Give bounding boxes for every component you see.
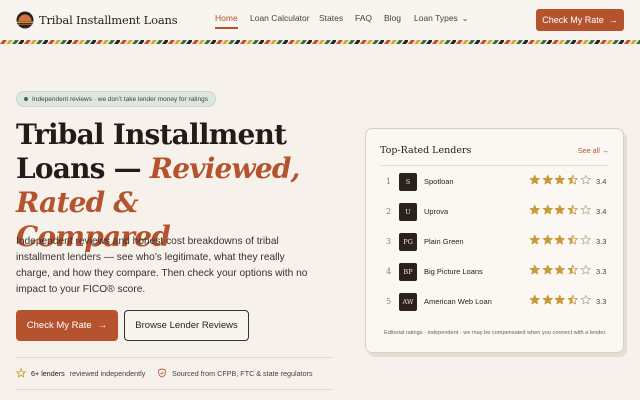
lender-logo: PG — [399, 233, 417, 251]
lender-name[interactable]: Spotloan — [424, 177, 454, 186]
star-empty-icon — [580, 264, 591, 275]
star-empty-icon — [580, 174, 591, 185]
see-all-label: See all — [577, 146, 600, 155]
lender-rank: 2 — [386, 207, 392, 216]
nav-loan-types-label: Loan Types — [414, 13, 458, 23]
star-filled-icon — [542, 174, 553, 185]
star-filled-icon — [542, 294, 553, 305]
nav-loan-types[interactable]: Loan Types ⌄ — [414, 13, 469, 23]
trust-lenders-strong: 6+ lenders — [31, 368, 65, 378]
star-half-icon — [567, 204, 578, 215]
lender-row[interactable]: 4 BP Big Picture Loans 3.3 — [380, 263, 611, 283]
divider — [16, 389, 333, 390]
star-filled-icon — [555, 204, 566, 215]
title-line-2-plain: Loans — — [16, 152, 150, 185]
nav-blog[interactable]: Blog — [384, 13, 401, 23]
brand-logo[interactable]: Tribal Installment Loans — [16, 11, 178, 29]
star-half-icon — [567, 264, 578, 275]
lender-logo: AW — [399, 293, 417, 311]
chevron-down-icon: ⌄ — [461, 14, 469, 23]
header-cta-label: Check My Rate — [542, 15, 604, 25]
star-rating — [529, 264, 591, 276]
star-empty-icon — [580, 294, 591, 305]
star-filled-icon — [529, 204, 540, 215]
lender-score: 3.3 — [596, 267, 607, 276]
see-all-link[interactable]: See all → — [578, 146, 609, 155]
divider — [16, 357, 333, 358]
star-empty-icon — [580, 204, 591, 215]
card-title: Top-Rated Lenders — [380, 145, 472, 156]
star-filled-icon — [555, 174, 566, 185]
star-empty-icon — [580, 234, 591, 245]
lender-row[interactable]: 3 PG Plain Green 3.3 — [380, 233, 611, 253]
lender-score: 3.3 — [596, 237, 607, 246]
star-rating — [529, 294, 591, 306]
star-filled-icon — [542, 204, 553, 215]
star-half-icon — [567, 294, 578, 305]
nav-faq[interactable]: FAQ — [355, 13, 372, 23]
title-line-1: Tribal Installment — [16, 118, 287, 151]
lender-logo: S — [399, 173, 417, 191]
star-outline-icon — [16, 368, 26, 378]
trust-item-sources: Sourced from CFPB, FTC & state regulator… — [157, 368, 313, 378]
star-rating — [529, 234, 591, 246]
nav-loan-calculator[interactable]: Loan Calculator — [250, 13, 310, 23]
arrow-right-icon: → — [601, 146, 609, 155]
divider — [380, 165, 609, 166]
star-filled-icon — [555, 234, 566, 245]
star-filled-icon — [555, 264, 566, 275]
site-header: Tribal Installment Loans Home Loan Calcu… — [0, 0, 640, 40]
arrow-right-icon: → — [608, 15, 618, 25]
lender-rank: 4 — [386, 267, 392, 276]
check-my-rate-label: Check My Rate — [26, 320, 92, 331]
independence-badge: Independent reviews · we don’t take lend… — [16, 91, 216, 107]
nav-home[interactable]: Home — [215, 13, 238, 29]
star-filled-icon — [529, 234, 540, 245]
lender-row[interactable]: 1 S Spotloan 3.4 — [380, 173, 611, 193]
trust-lenders-text: reviewed independently — [69, 368, 146, 378]
star-half-icon — [567, 234, 578, 245]
status-dot-icon — [24, 97, 28, 101]
trust-item-lenders: 6+ lenders reviewed independently — [16, 368, 145, 378]
lender-logo: BP — [399, 263, 417, 281]
hero-description: Independent reviews and honest cost brea… — [16, 236, 308, 295]
star-filled-icon — [542, 234, 553, 245]
arrow-right-icon: → — [97, 320, 108, 331]
star-filled-icon — [542, 264, 553, 275]
sunset-logo-icon — [16, 11, 34, 29]
lender-rank: 3 — [386, 237, 392, 246]
top-rated-lenders-card: Top-Rated Lenders See all → 1 S Spotloan 3.… — [365, 128, 624, 353]
trust-sources-text: Sourced from CFPB, FTC & state regulator… — [172, 368, 313, 378]
star-half-icon — [567, 174, 578, 185]
star-filled-icon — [529, 174, 540, 185]
star-filled-icon — [529, 294, 540, 305]
browse-reviews-button[interactable]: Browse Lender Reviews — [124, 310, 249, 341]
star-rating — [529, 174, 591, 186]
lender-name[interactable]: Uprova — [424, 207, 448, 216]
decorative-stripe-border — [0, 40, 640, 44]
lender-name[interactable]: Plain Green — [424, 237, 464, 246]
shield-check-icon — [158, 368, 166, 378]
lender-score: 3.4 — [596, 177, 607, 186]
active-nav-underline — [215, 27, 238, 29]
lender-row[interactable]: 5 AW American Web Loan 3.3 — [380, 293, 611, 313]
lender-name[interactable]: American Web Loan — [424, 297, 492, 306]
nav-states[interactable]: States — [319, 13, 343, 23]
check-my-rate-button[interactable]: Check My Rate → — [16, 310, 118, 341]
nav-home-label: Home — [215, 13, 238, 23]
lender-name[interactable]: Big Picture Loans — [424, 267, 483, 276]
lender-row[interactable]: 2 U Uprova 3.4 — [380, 203, 611, 223]
header-check-rate-button[interactable]: Check My Rate → — [536, 9, 624, 31]
star-rating — [529, 204, 591, 216]
lender-score: 3.4 — [596, 207, 607, 216]
star-filled-icon — [555, 294, 566, 305]
lender-score: 3.3 — [596, 297, 607, 306]
lender-rank: 5 — [386, 297, 392, 306]
star-filled-icon — [529, 264, 540, 275]
badge-text: Independent reviews · we don’t take lend… — [32, 95, 208, 103]
brand-name: Tribal Installment Loans — [39, 13, 178, 27]
lender-logo: U — [399, 203, 417, 221]
ratings-disclaimer: Editorial ratings · independent · we may… — [384, 330, 607, 336]
lender-rank: 1 — [386, 177, 392, 186]
